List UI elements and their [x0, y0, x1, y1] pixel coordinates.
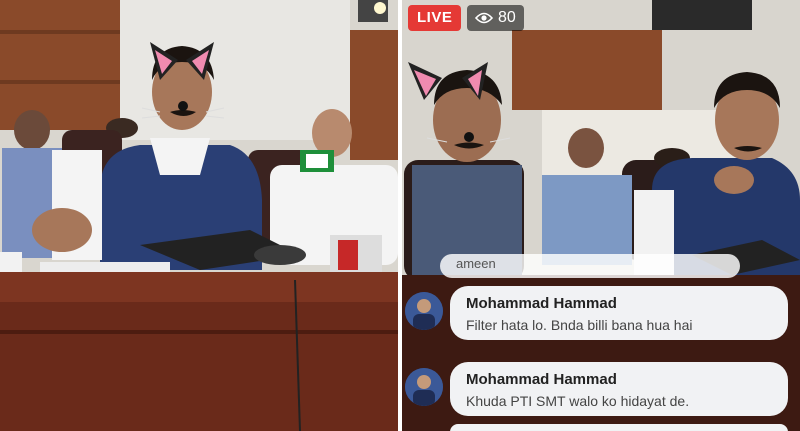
comment-bubble: Mohammad Hammad Khuda PTI SMT walo ko hi…	[450, 362, 788, 416]
live-stream-view: LIVE 80 ameen Mohammad Hammad Filter hat…	[402, 0, 800, 431]
comment-bubble: Mohammad Hammad Filter hata lo. Bnda bil…	[450, 286, 788, 340]
comment-author[interactable]: Mohammad Hammad	[466, 370, 772, 389]
viewer-count: 80	[498, 9, 516, 26]
eye-icon	[475, 12, 493, 24]
press-conference-scene	[0, 0, 398, 431]
viewer-count-badge: 80	[467, 5, 524, 31]
avatar[interactable]	[405, 292, 443, 330]
next-comment-edge	[450, 424, 788, 431]
comment-item: Mohammad Hammad Filter hata lo. Bnda bil…	[402, 286, 800, 346]
comment-text: Filter hata lo. Bnda billi bana hua hai	[466, 317, 693, 333]
comment-item: Mohammad Hammad Khuda PTI SMT walo ko hi…	[402, 362, 800, 422]
avatar[interactable]	[405, 368, 443, 406]
video-frame-left	[0, 0, 398, 431]
avatar-icon	[405, 368, 443, 406]
comment-partial: ameen	[440, 254, 740, 278]
comment-text: Khuda PTI SMT walo ko hidayat de.	[466, 393, 690, 409]
live-badge: LIVE	[408, 5, 462, 31]
comment-author[interactable]: Mohammad Hammad	[466, 294, 772, 313]
avatar-icon	[405, 292, 443, 330]
